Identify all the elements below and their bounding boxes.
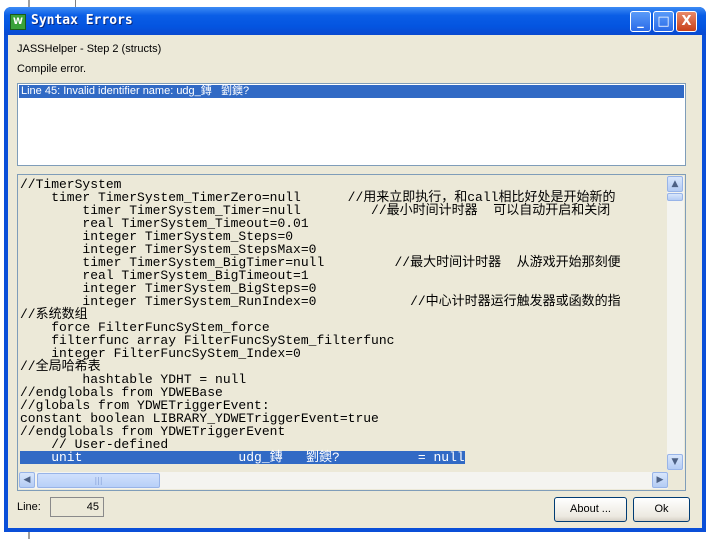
close-button[interactable]: X — [676, 11, 697, 32]
step-label: JASSHelper - Step 2 (structs) — [17, 43, 162, 55]
about-button[interactable]: About ... — [554, 497, 627, 522]
vertical-scrollbar[interactable]: ▲ ▼ — [667, 176, 684, 470]
maximize-button[interactable]: □ — [653, 11, 674, 32]
selected-code-line[interactable]: unit udg_鏄 劉鐭? = null — [20, 451, 465, 464]
error-list[interactable]: Line 45: Invalid identifier name: udg_鏄 … — [17, 83, 686, 166]
scroll-up-button[interactable]: ▲ — [667, 176, 683, 192]
scroll-left-button[interactable]: ◀ — [19, 472, 35, 488]
code-line: integer TimerSystem_RunIndex=0 //中心计时器运行… — [20, 294, 621, 309]
window-title: Syntax Errors — [31, 13, 133, 28]
code-text[interactable]: //TimerSystem timer TimerSystem_TimerZer… — [20, 178, 668, 470]
vertical-scroll-thumb[interactable] — [667, 193, 683, 201]
error-list-item[interactable]: Line 45: Invalid identifier name: udg_鏄 … — [19, 85, 684, 98]
syntax-errors-dialog: W Syntax Errors _ □ X JASSHelper - Step … — [4, 7, 706, 532]
title-bar[interactable]: W Syntax Errors _ □ X — [4, 7, 706, 35]
horizontal-scrollbar[interactable]: ◀ ||| ▶ — [19, 472, 668, 489]
line-number-field: 45 — [50, 497, 104, 517]
code-view[interactable]: //TimerSystem timer TimerSystem_TimerZer… — [17, 174, 686, 491]
minimize-button[interactable]: _ — [630, 11, 651, 32]
scroll-right-button[interactable]: ▶ — [652, 472, 668, 488]
line-label: Line: — [17, 501, 41, 513]
status-label: Compile error. — [17, 63, 87, 75]
dialog-body: JASSHelper - Step 2 (structs) Compile er… — [8, 35, 702, 528]
ok-button[interactable]: Ok — [633, 497, 690, 522]
horizontal-scroll-thumb[interactable]: ||| — [37, 473, 160, 488]
scroll-down-button[interactable]: ▼ — [667, 454, 683, 470]
app-icon: W — [10, 14, 26, 30]
code-line: integer FilterFuncSyStem_Index=0 — [20, 346, 301, 361]
